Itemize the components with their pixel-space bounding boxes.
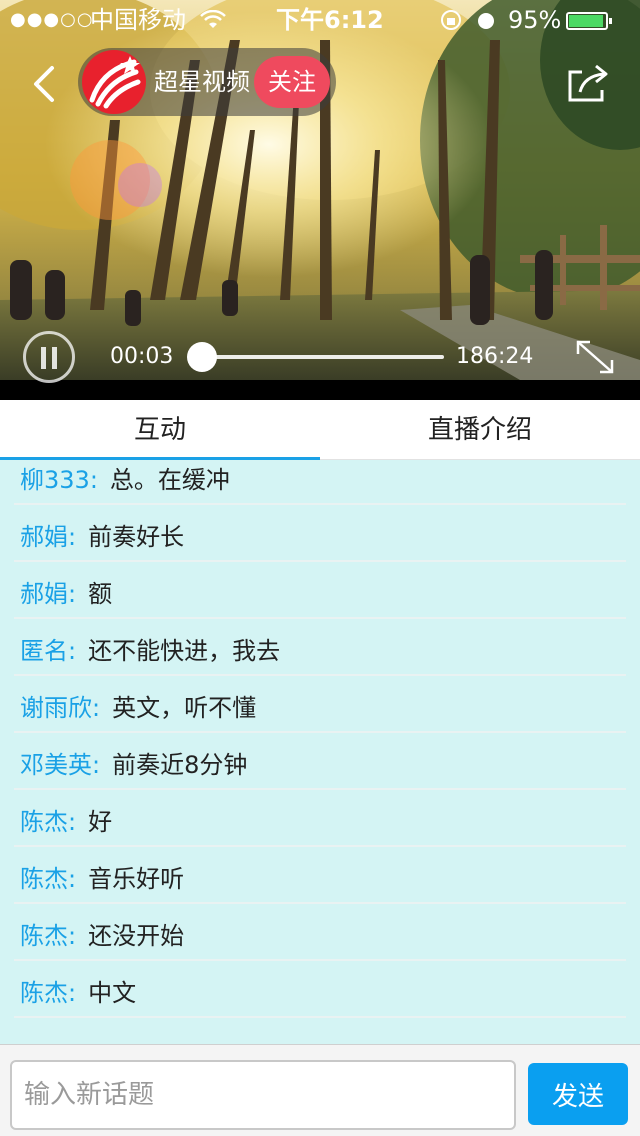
chat-author[interactable]: 柳333 [20,466,90,494]
channel-badge: 超星视频 关注 [78,48,336,116]
chat-author[interactable]: 陈杰 [20,865,68,893]
fullscreen-button[interactable] [572,336,618,378]
chat-text: 还没开始 [88,922,185,950]
rotation-lock-icon [440,0,462,40]
chat-text: 总。在缓冲 [109,466,230,494]
chat-separator: : [68,580,77,608]
topic-input[interactable] [10,1060,516,1130]
divider [14,1016,626,1018]
total-duration: 186:24 [456,344,534,369]
channel-name: 超星视频 [154,68,250,96]
chat-message: 匿名: 还不能快进，我去 [0,614,640,676]
chat-message: 谢雨欣: 英文，听不懂 [0,671,640,733]
video-player[interactable]: ●●●○○ 中国移动 下午6:12 95% 超星视频 关注 00:03 186:… [0,0,640,400]
video-letterbox [0,380,640,400]
chat-message: 陈杰: 中文 [0,956,640,1018]
chat-separator: : [89,466,98,494]
signal-strength: ●●●○○ [10,9,94,30]
chaoxing-logo-icon[interactable] [82,50,146,114]
follow-button[interactable]: 关注 [254,56,330,108]
battery-percent: 95% [508,6,562,34]
chat-text: 英文，听不懂 [112,694,257,722]
status-time: 下午6:12 [276,6,384,34]
chat-list[interactable]: 柳333: 总。在缓冲 郝娟: 前奏好长 郝娟: 额匿名: 还不能快进，我去 谢雨欣: 英文，听… [0,460,640,1044]
battery-icon [566,12,612,30]
chat-message: 郝娟: 前奏好长 [0,500,640,562]
chat-author[interactable]: 陈杰 [20,979,68,1007]
tab-bar: 互动 直播介绍 [0,400,640,460]
chat-separator: : [68,979,77,1007]
carrier-name: 中国移动 [90,6,186,34]
composer-bar: 发送 [0,1044,640,1136]
chat-separator: : [68,637,77,665]
alarm-icon [476,0,496,40]
chat-text: 前奏近8分钟 [112,751,248,779]
chat-text: 额 [88,580,113,608]
chat-author[interactable]: 邓美英 [20,751,92,779]
chat-separator: : [68,922,77,950]
battery-level [569,15,604,27]
chat-separator: : [92,694,101,722]
chat-message: 陈杰: 好 [0,785,640,847]
share-icon [568,64,608,102]
wifi-icon [200,0,226,40]
chat-author[interactable]: 谢雨欣 [20,694,92,722]
tab-live-intro[interactable]: 直播介绍 [320,400,640,460]
chat-message: 邓美英: 前奏近8分钟 [0,728,640,790]
fullscreen-icon [576,340,614,374]
progress-bar[interactable] [202,355,444,359]
chat-message: 柳333: 总。在缓冲 [0,460,640,505]
chat-separator: : [68,808,77,836]
back-button[interactable] [28,62,62,106]
chat-message: 陈杰: 音乐好听 [0,842,640,904]
share-button[interactable] [566,62,612,104]
status-bar: ●●●○○ 中国移动 下午6:12 95% [0,0,640,40]
chat-text: 前奏好长 [88,523,185,551]
chat-text: 音乐好听 [88,865,185,893]
chat-message: 陈杰: 还没开始 [0,899,640,961]
send-button[interactable]: 发送 [528,1063,628,1125]
chat-author[interactable]: 匿名 [20,637,68,665]
chat-text: 好 [88,808,113,836]
progress-thumb[interactable] [187,342,217,372]
chat-text: 中文 [88,979,137,1007]
pause-button[interactable] [23,331,75,383]
chat-author[interactable]: 郝娟 [20,523,68,551]
chat-separator: : [68,523,77,551]
back-icon [34,66,54,102]
current-time: 00:03 [110,344,174,369]
chat-message: 郝娟: 额 [0,557,640,619]
chat-separator: : [68,865,77,893]
chat-author[interactable]: 陈杰 [20,922,68,950]
chat-separator: : [92,751,101,779]
chat-author[interactable]: 陈杰 [20,808,68,836]
chat-author[interactable]: 郝娟 [20,580,68,608]
chat-text: 还不能快进，我去 [88,637,281,665]
tab-interaction[interactable]: 互动 [0,400,320,460]
